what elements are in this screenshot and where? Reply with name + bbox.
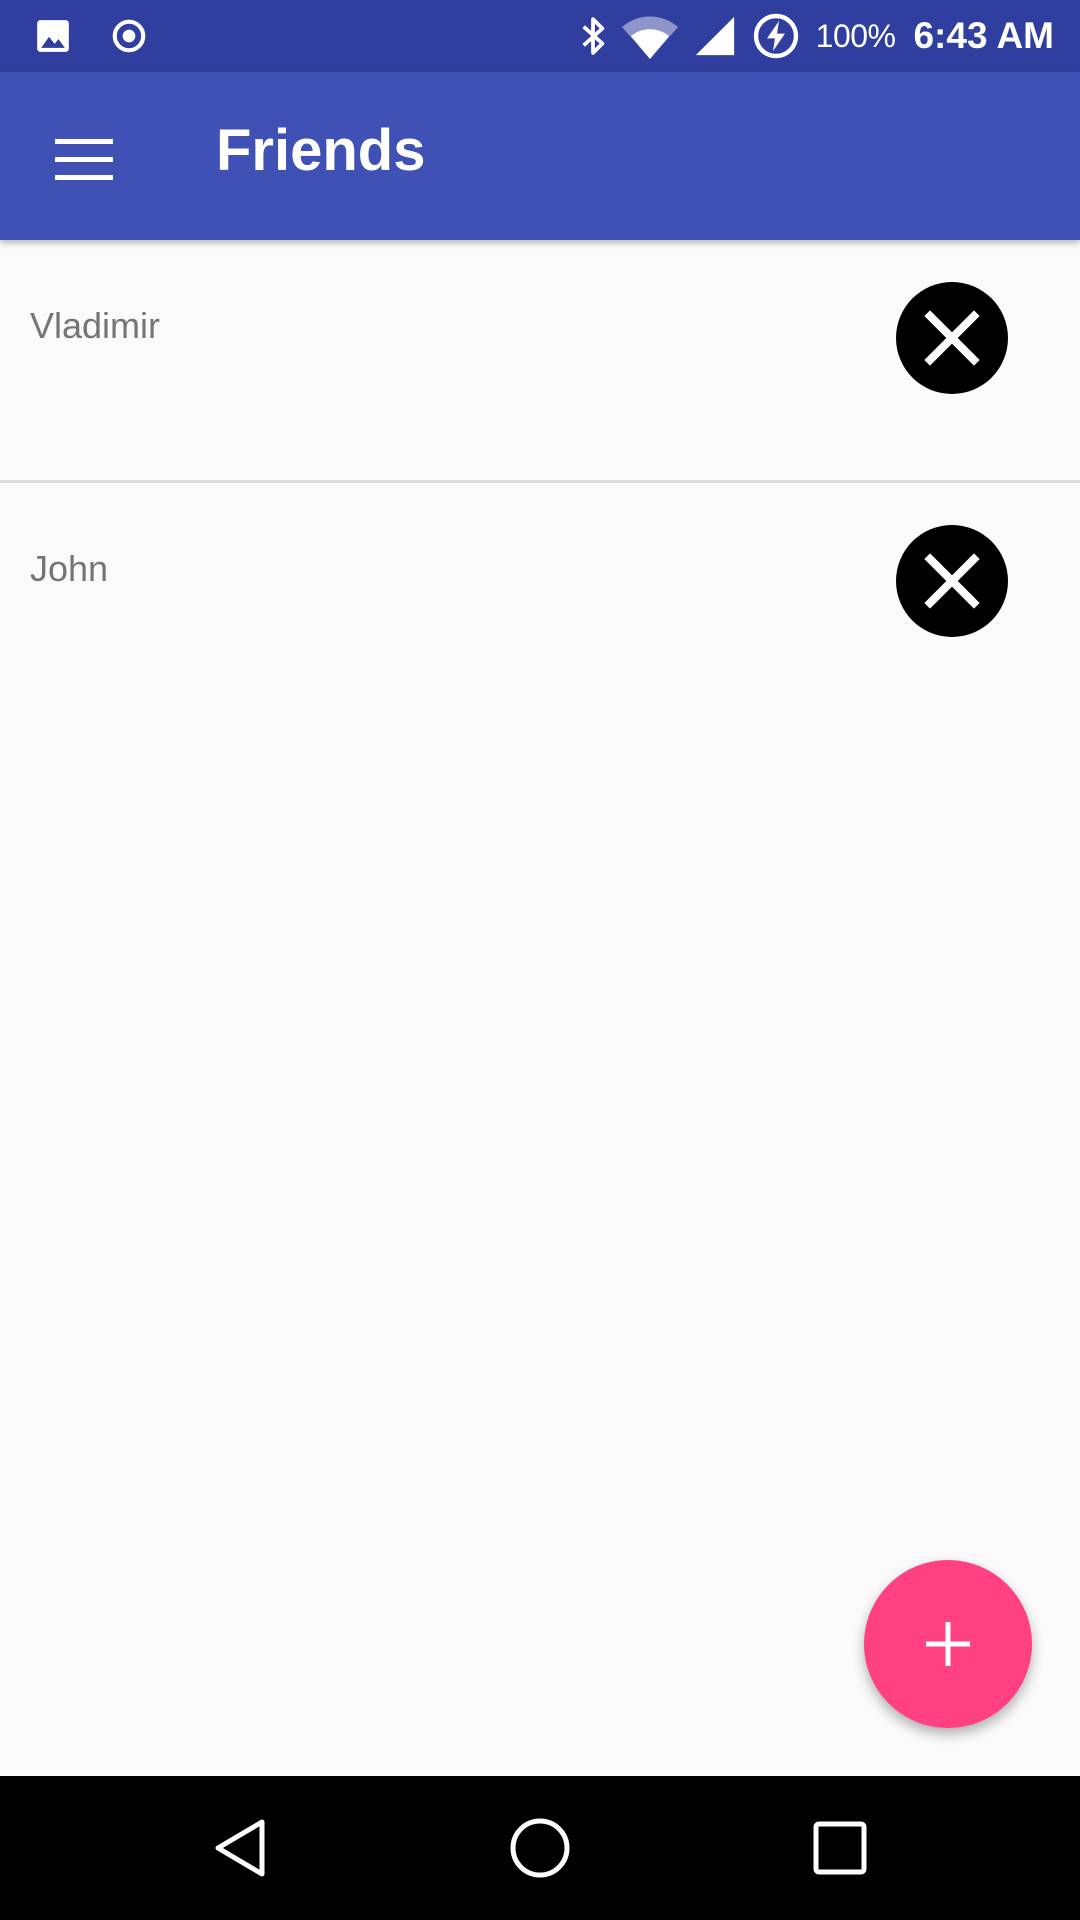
- remove-friend-button[interactable]: [896, 282, 1008, 394]
- friend-name: Vladimir: [30, 305, 161, 346]
- back-button[interactable]: [194, 1802, 286, 1894]
- list-item: Vladimir: [0, 240, 1080, 483]
- remove-friend-button[interactable]: [896, 525, 1008, 637]
- notification-icons: [34, 14, 148, 58]
- app-bar: Friends: [0, 72, 1080, 240]
- system-status: 100% 6:43 AM: [578, 10, 1054, 62]
- home-button[interactable]: [494, 1802, 586, 1894]
- clock: 6:43 AM: [913, 15, 1054, 56]
- page-title: Friends: [216, 118, 426, 183]
- close-icon: [924, 553, 980, 609]
- recents-button[interactable]: [794, 1802, 886, 1894]
- image-icon: [34, 17, 72, 55]
- recents-icon: [813, 1821, 867, 1875]
- close-icon: [924, 310, 980, 366]
- navigation-bar: [0, 1776, 1080, 1920]
- menu-icon: [55, 139, 113, 180]
- home-icon: [510, 1818, 570, 1878]
- menu-button[interactable]: [34, 110, 134, 210]
- battery-charging-icon: [752, 12, 800, 60]
- list-item: John: [0, 483, 1080, 723]
- plus-icon: [926, 1622, 970, 1666]
- friend-list: Vladimir John: [0, 240, 1080, 723]
- friend-name: John: [30, 548, 109, 589]
- battery-percent: 100%: [815, 17, 896, 54]
- bluetooth-icon: [578, 13, 608, 59]
- status-bar: 100% 6:43 AM: [0, 0, 1080, 72]
- add-friend-button[interactable]: [864, 1560, 1032, 1728]
- signal-icon: [692, 13, 738, 59]
- wifi-icon: [621, 13, 678, 59]
- record-icon: [110, 17, 148, 55]
- back-icon: [215, 1819, 265, 1877]
